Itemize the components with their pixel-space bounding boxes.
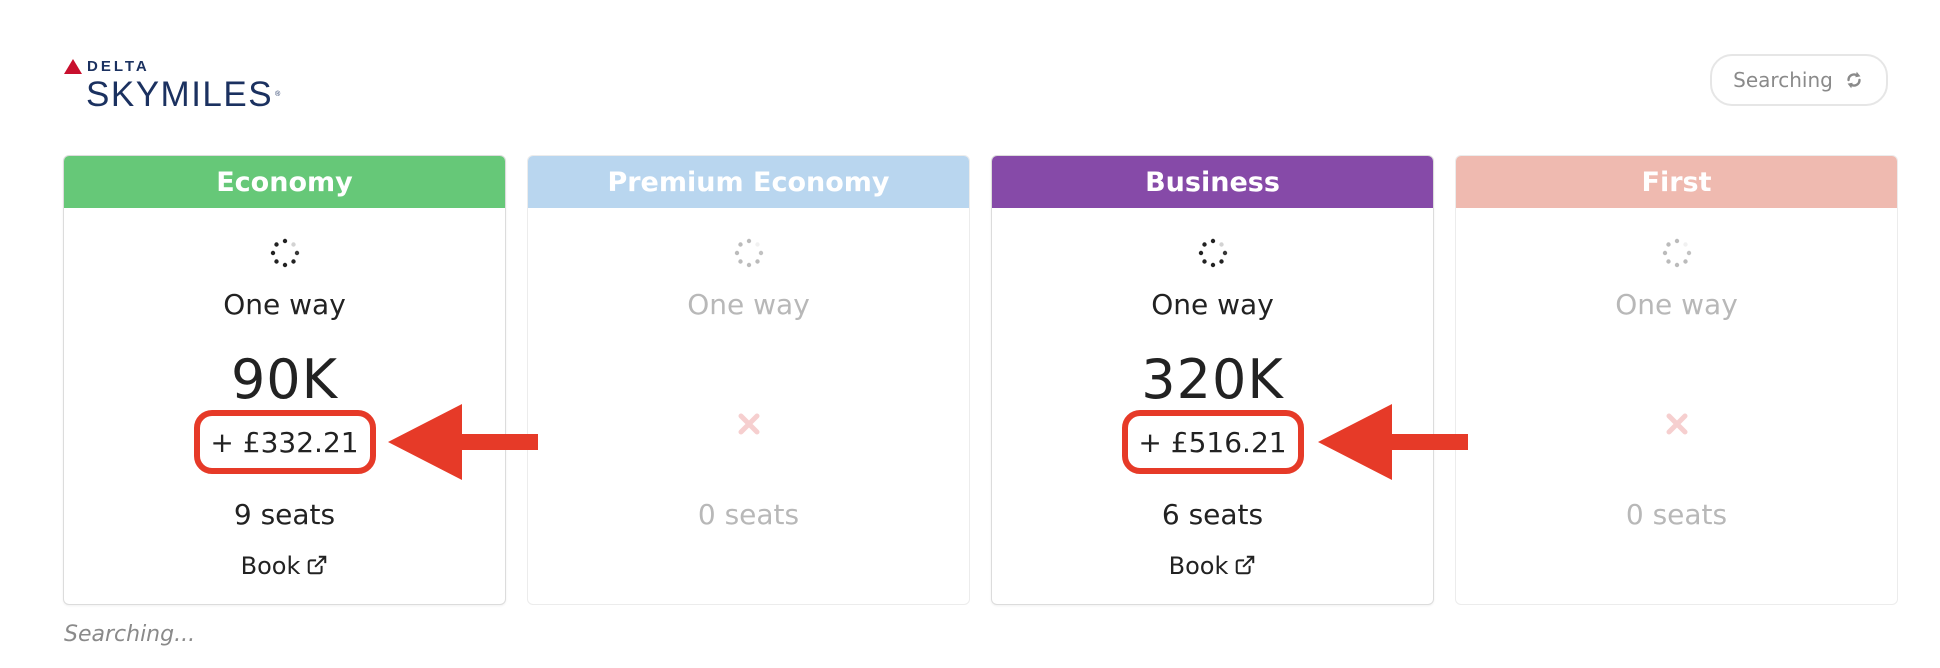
premium-economy-header: Premium Economy bbox=[528, 156, 969, 208]
delta-skymiles-logo: DELTA SKYMILES ® bbox=[64, 56, 294, 116]
first-header: First bbox=[1456, 156, 1897, 208]
seats-available: 0 seats bbox=[697, 498, 800, 531]
refresh-icon bbox=[1847, 71, 1861, 89]
seats-available: 6 seats bbox=[1161, 498, 1264, 531]
business-card: Business One way 320K + £516.21 6 seats … bbox=[991, 155, 1434, 605]
taxes-highlight: + £516.21 bbox=[1121, 410, 1304, 474]
unavailable-x-icon bbox=[1666, 413, 1687, 435]
first-card: First One way 0 seats bbox=[1455, 155, 1898, 605]
logo-brand-top: DELTA bbox=[87, 57, 150, 75]
delta-triangle-icon bbox=[64, 58, 82, 74]
trip-type: One way bbox=[223, 288, 346, 321]
taxes-amount: + £516.21 bbox=[1138, 425, 1287, 459]
book-link[interactable]: Book bbox=[64, 552, 505, 580]
external-link-icon bbox=[308, 555, 327, 575]
searching-status-button[interactable]: Searching bbox=[1710, 54, 1888, 106]
taxes-amount: + £332.21 bbox=[210, 425, 359, 459]
book-label: Book bbox=[240, 552, 301, 580]
book-link[interactable]: Book bbox=[992, 552, 1433, 580]
logo-brand-main: SKYMILES bbox=[86, 75, 274, 114]
loading-spinner-icon bbox=[734, 238, 763, 268]
trip-type: One way bbox=[687, 288, 810, 321]
taxes-highlight: + £332.21 bbox=[193, 410, 376, 474]
loading-spinner-icon bbox=[270, 238, 299, 268]
unavailable-x-icon bbox=[738, 413, 759, 435]
annotation-arrow-icon bbox=[388, 404, 538, 480]
searching-label: Searching bbox=[1733, 68, 1833, 92]
trip-type: One way bbox=[1615, 288, 1738, 321]
annotation-arrow-icon bbox=[1318, 404, 1468, 480]
economy-card: Economy One way 90K + £332.21 9 seats Bo… bbox=[63, 155, 506, 605]
miles-price: 320K bbox=[1141, 348, 1284, 411]
seats-available: 9 seats bbox=[233, 498, 336, 531]
premium-economy-card: Premium Economy One way 0 seats bbox=[527, 155, 970, 605]
search-status-text: Searching... bbox=[64, 622, 196, 647]
cabin-cards: Economy One way 90K + £332.21 9 seats Bo… bbox=[63, 155, 1898, 605]
miles-price: 90K bbox=[230, 348, 339, 411]
seats-available: 0 seats bbox=[1625, 498, 1728, 531]
business-header: Business bbox=[992, 156, 1433, 208]
loading-spinner-icon bbox=[1662, 238, 1691, 268]
loading-spinner-icon bbox=[1198, 238, 1227, 268]
book-label: Book bbox=[1168, 552, 1229, 580]
external-link-icon bbox=[1236, 555, 1255, 575]
economy-header: Economy bbox=[64, 156, 505, 208]
trip-type: One way bbox=[1151, 288, 1274, 321]
